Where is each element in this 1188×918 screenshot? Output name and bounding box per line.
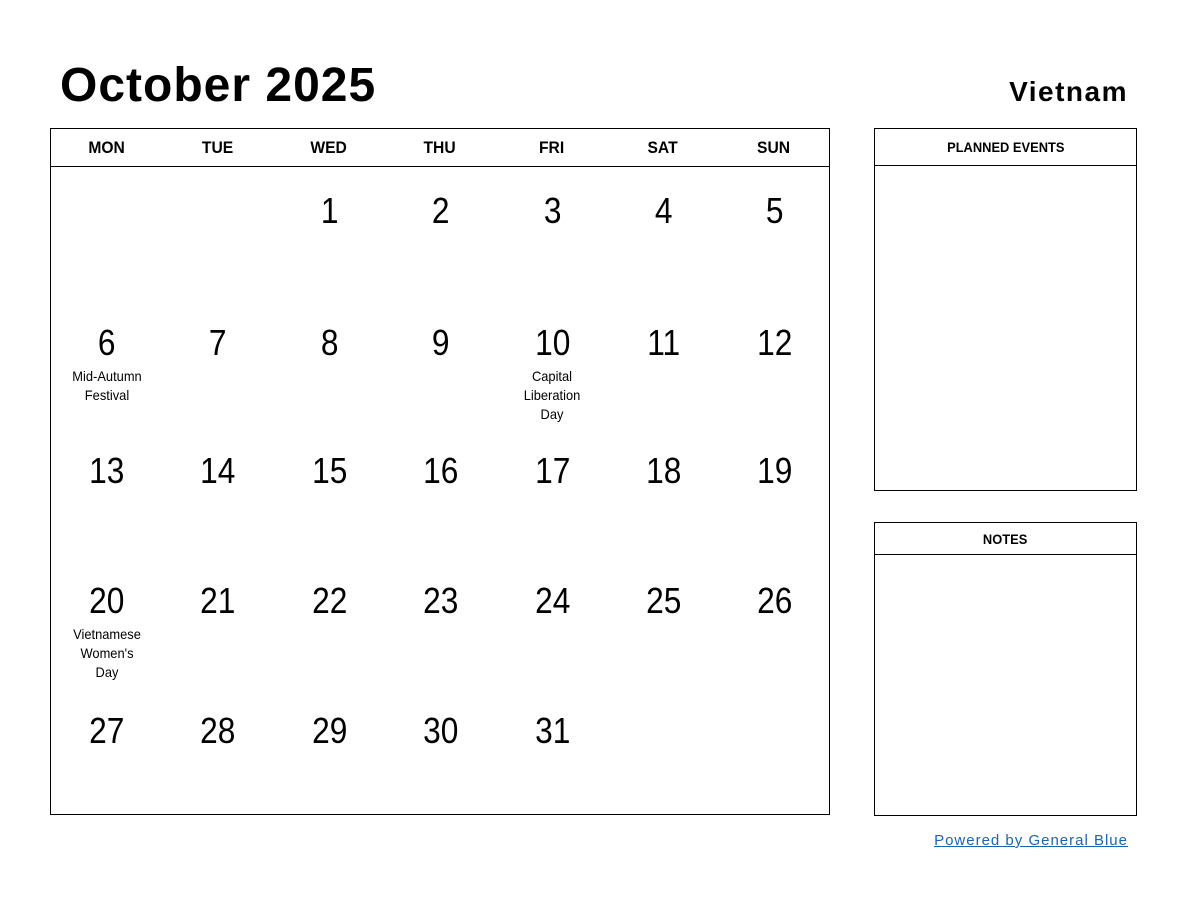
day-number: 2 <box>432 190 450 231</box>
day-number: 23 <box>423 580 459 621</box>
day-number: 30 <box>423 710 459 751</box>
page-title: October 2025 <box>60 59 377 112</box>
day-number: 8 <box>320 322 339 363</box>
notes-area[interactable] <box>875 555 1136 815</box>
planned-events-area[interactable] <box>875 166 1136 490</box>
day-number: 26 <box>757 580 793 621</box>
notes-title: NOTES <box>983 531 1028 547</box>
day-number: 17 <box>534 450 570 491</box>
day-cell[interactable]: 24 <box>497 583 608 619</box>
planned-events-panel: PLANNED EVENTS <box>874 128 1137 491</box>
calendar-grid: MON TUE WED THU FRI SAT SUN 1 2 3 4 5 6 Mid-Au… <box>50 128 830 815</box>
day-number: 31 <box>534 710 570 751</box>
day-number: 16 <box>423 450 459 491</box>
day-cell[interactable]: 25 <box>608 583 719 619</box>
day-number: 28 <box>200 710 236 751</box>
day-number: 24 <box>534 580 570 621</box>
day-cell[interactable]: 15 <box>274 453 385 489</box>
day-number: 10 <box>534 322 570 363</box>
day-number: 21 <box>200 580 236 621</box>
day-number: 13 <box>89 450 125 491</box>
day-cell[interactable]: 2 <box>385 193 496 229</box>
day-cell[interactable]: 6 Mid-Autumn Festival <box>51 325 162 405</box>
day-number: 4 <box>654 190 673 231</box>
day-number: 20 <box>89 580 125 621</box>
weekday-tue: TUE <box>202 138 234 157</box>
holiday-label: Mid-Autumn Festival <box>71 368 142 403</box>
holiday-label: Vietnamese Women's Day <box>72 626 141 680</box>
day-cell[interactable]: 18 <box>608 453 719 489</box>
weekday-sat: SAT <box>647 138 678 157</box>
holiday-label: Capital Liberation Day <box>523 368 581 422</box>
day-number: 3 <box>543 190 562 231</box>
day-cell[interactable]: 9 <box>385 325 496 361</box>
day-cell[interactable]: 17 <box>497 453 608 489</box>
planned-events-title: PLANNED EVENTS <box>946 139 1065 155</box>
day-cell[interactable]: 4 <box>608 193 719 229</box>
day-cell[interactable]: 14 <box>162 453 273 489</box>
day-cell[interactable]: 5 <box>719 193 830 229</box>
day-number: 27 <box>89 710 125 751</box>
day-number: 19 <box>757 450 793 491</box>
day-cell[interactable]: 21 <box>162 583 273 619</box>
day-cell[interactable]: 8 <box>274 325 385 361</box>
day-cell[interactable]: 19 <box>719 453 830 489</box>
day-cell[interactable]: 13 <box>51 453 162 489</box>
day-number: 12 <box>757 322 793 363</box>
day-cell[interactable]: 26 <box>719 583 830 619</box>
powered-by-link[interactable]: Powered by General Blue <box>934 832 1128 849</box>
day-number: 11 <box>647 322 681 363</box>
day-number: 7 <box>209 322 227 363</box>
day-cell[interactable]: 28 <box>162 713 273 749</box>
weekday-fri: FRI <box>538 138 564 157</box>
planned-events-header: PLANNED EVENTS <box>875 129 1136 166</box>
day-cell[interactable]: 29 <box>274 713 385 749</box>
day-cell[interactable]: 11 <box>608 325 719 361</box>
day-number: 15 <box>311 450 348 491</box>
country-label: Vietnam <box>1009 76 1128 107</box>
weekday-sun: SUN <box>756 138 790 157</box>
day-number: 22 <box>311 580 348 621</box>
day-cell[interactable]: 30 <box>385 713 496 749</box>
day-cell[interactable]: 12 <box>719 325 830 361</box>
day-number: 14 <box>200 450 236 491</box>
day-cell[interactable]: 27 <box>51 713 162 749</box>
day-cell[interactable]: 10 Capital Liberation Day <box>497 325 608 424</box>
day-number: 29 <box>311 710 348 751</box>
day-number: 6 <box>97 322 116 363</box>
day-cell[interactable]: 1 <box>274 193 385 229</box>
day-cell[interactable]: 3 <box>497 193 608 229</box>
day-cell[interactable]: 23 <box>385 583 496 619</box>
day-cell[interactable]: 31 <box>497 713 608 749</box>
notes-header: NOTES <box>875 523 1136 555</box>
day-cell[interactable]: 20 Vietnamese Women's Day <box>51 583 162 682</box>
weekday-mon: MON <box>88 138 125 157</box>
day-number: 1 <box>320 190 339 231</box>
day-number: 25 <box>646 580 682 621</box>
day-number: 5 <box>766 190 784 231</box>
day-cell[interactable]: 7 <box>162 325 273 361</box>
day-cell[interactable]: 22 <box>274 583 385 619</box>
weekday-header: MON TUE WED THU FRI SAT SUN <box>51 129 829 167</box>
weekday-wed: WED <box>310 138 348 157</box>
notes-panel: NOTES <box>874 522 1137 816</box>
day-cell[interactable]: 16 <box>385 453 496 489</box>
day-number: 9 <box>432 322 450 363</box>
day-number: 18 <box>646 450 682 491</box>
weekday-thu: THU <box>423 138 457 157</box>
calendar-body: 1 2 3 4 5 6 Mid-Autumn Festival 7 8 9 10 Capital Li… <box>51 166 829 814</box>
